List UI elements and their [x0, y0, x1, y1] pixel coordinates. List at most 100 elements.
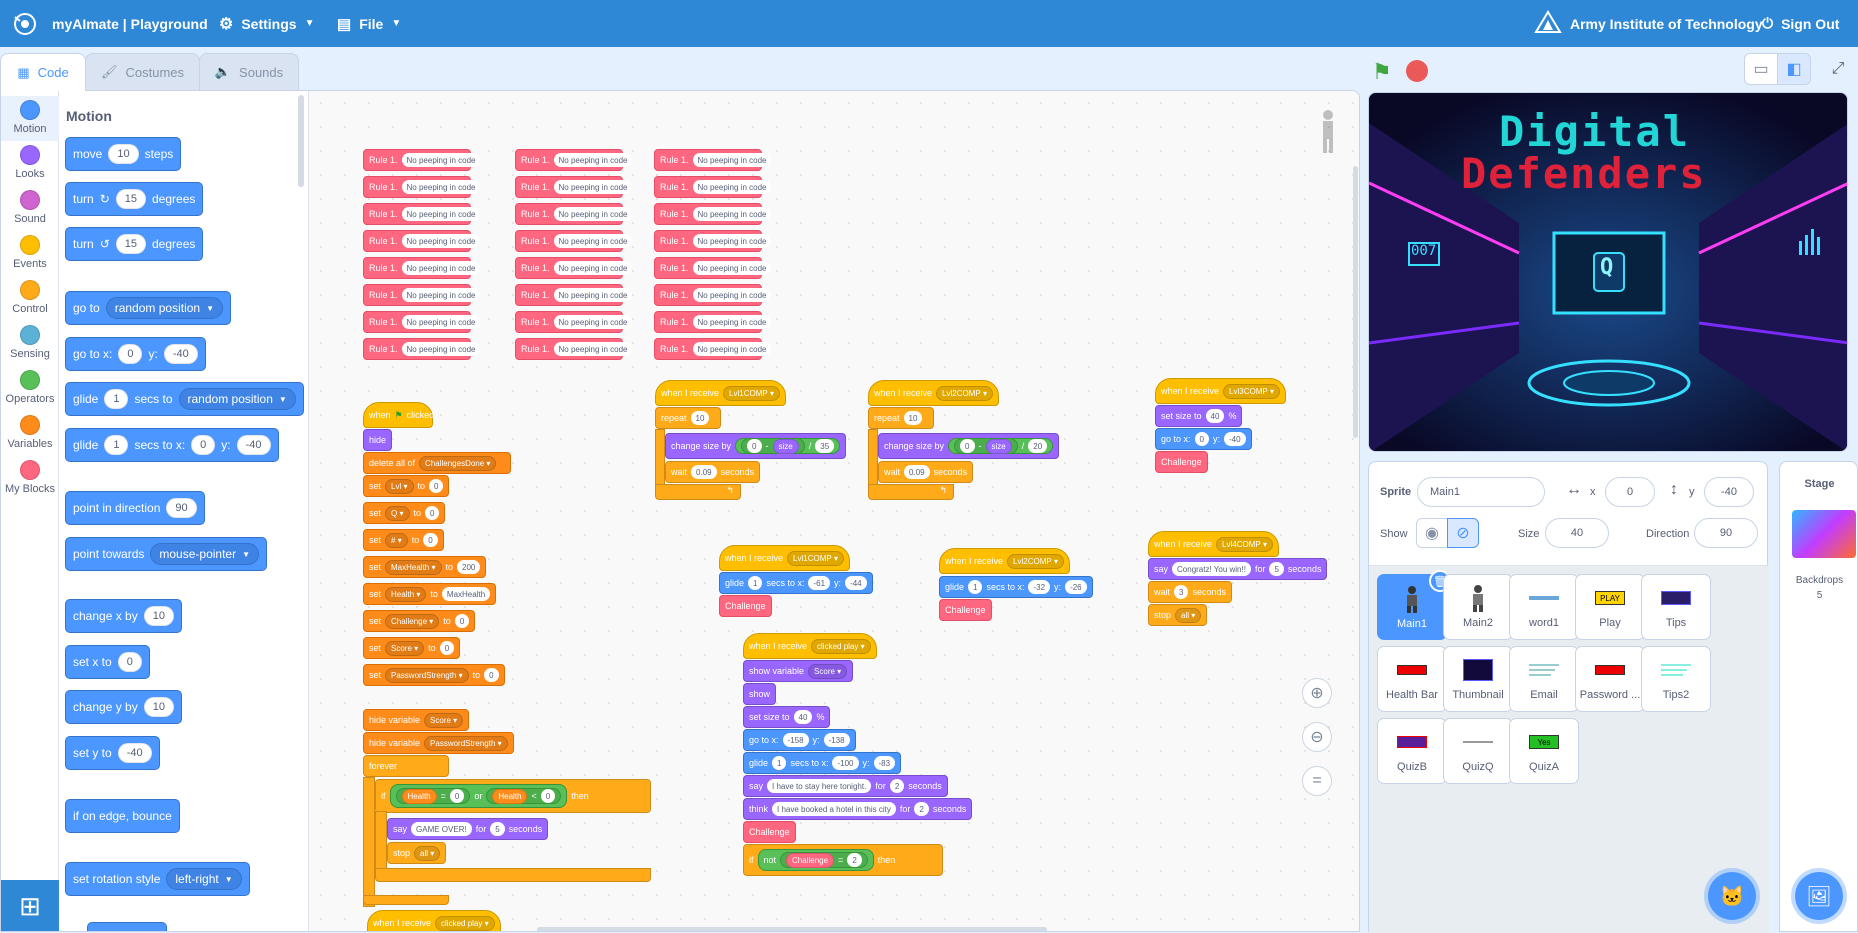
sprite-tile[interactable]: QuizB — [1377, 718, 1447, 784]
block-input[interactable]: No peeping in code — [553, 207, 633, 221]
block-set-size[interactable]: set size to 40% — [1155, 405, 1243, 427]
operator-less-than[interactable]: Health <0 — [486, 788, 562, 804]
sprite-tile[interactable]: Yes QuizA — [1509, 718, 1579, 784]
sprite-tile[interactable]: Email — [1509, 646, 1579, 712]
block-input[interactable]: 40 — [793, 710, 813, 724]
block-turn-left[interactable]: turn ↺ 15 degrees — [65, 227, 204, 261]
block-input[interactable]: No peeping in code — [692, 207, 772, 221]
block-input[interactable]: 10 — [108, 144, 139, 164]
direction-field[interactable]: 90 — [1694, 518, 1758, 548]
block-rule[interactable]: Rule 1. No peeping in code — [515, 284, 633, 306]
block-dropdown[interactable]: Lvl1COMP ▾ — [723, 385, 780, 401]
category-looks[interactable]: Looks — [1, 141, 59, 186]
block-dropdown[interactable]: random position ▼ — [105, 297, 224, 319]
block-input[interactable]: 5 — [490, 822, 505, 836]
block-input[interactable]: 0 — [540, 789, 556, 803]
block-input[interactable]: 5 — [1269, 562, 1284, 576]
block-input[interactable]: I have to stay here tonight. — [767, 779, 872, 793]
block-go-to-xy[interactable]: go to x: 0 y: -40 — [65, 337, 206, 371]
block-rule[interactable]: Rule 1. No peeping in code — [654, 203, 772, 225]
block-input[interactable]: -158 — [782, 733, 809, 747]
tab-costumes[interactable]: 🖌 Costumes — [85, 53, 200, 90]
block-dropdown[interactable]: all ▾ — [1175, 607, 1202, 623]
block-rule[interactable]: Rule 1. No peeping in code — [654, 338, 772, 360]
block-challenge[interactable]: Challenge — [743, 821, 796, 843]
block-input[interactable]: 0 — [484, 668, 499, 682]
block-rule[interactable]: Rule 1. No peeping in code — [363, 176, 481, 198]
operator-equals[interactable]: Health = 0 — [395, 788, 471, 804]
block-when-receive-clicked-play[interactable]: when I receive clicked play ▾ — [367, 910, 501, 931]
block-rule[interactable]: Rule 1. No peeping in code — [654, 149, 772, 171]
block-rotation-style[interactable]: set rotation style left-right ▼ — [65, 862, 250, 896]
sprite-tile[interactable]: Tips — [1641, 574, 1711, 640]
block-dropdown[interactable]: Score ▾ — [424, 712, 464, 728]
block-challenge[interactable]: Challenge — [939, 599, 992, 621]
block-input[interactable]: 2 — [847, 853, 862, 867]
block-rule[interactable]: Rule 1. No peeping in code — [363, 149, 481, 171]
block-input[interactable]: No peeping in code — [692, 288, 772, 302]
category-operators[interactable]: Operators — [1, 366, 59, 411]
block-rule[interactable]: Rule 1. No peeping in code — [515, 149, 633, 171]
block-input[interactable]: 0 — [429, 479, 444, 493]
block-glide-xy[interactable]: glide 1 secs to x: -100 y: -83 — [743, 752, 902, 774]
block-hide-variable-score[interactable]: hide variable Score ▾ — [363, 709, 470, 731]
block-input[interactable]: No peeping in code — [553, 315, 633, 329]
file-menu[interactable]: ▤ File ▼ — [337, 0, 401, 47]
block-change-x[interactable]: change x by 10 — [65, 599, 182, 633]
block-when-receive-lvl1-glide[interactable]: when I receive Lvl1COMP ▾ — [719, 545, 850, 571]
small-stage-button[interactable]: ▭ — [1744, 53, 1778, 85]
block-turn-right[interactable]: turn ↻ 15 degrees — [65, 182, 204, 216]
block-input[interactable]: -26 — [1065, 580, 1087, 594]
block-think-for[interactable]: think I have booked a hotel in this city f… — [743, 798, 973, 820]
tab-sounds[interactable]: 🔈 Sounds — [199, 53, 299, 90]
block-set-variable[interactable]: set Q ▾ to 0 — [363, 502, 446, 524]
block-set-y[interactable]: set y to -40 — [65, 736, 160, 770]
block-dropdown[interactable]: PasswordStrength ▾ — [424, 735, 508, 751]
block-input[interactable]: MaxHealth — [441, 587, 491, 601]
block-dropdown[interactable]: Lvl ▾ — [385, 478, 414, 494]
block-say-for[interactable]: say I have to stay here tonight. for 2 secon… — [743, 775, 948, 797]
block-input[interactable]: 20 — [1028, 439, 1048, 453]
block-input[interactable]: 90 — [166, 498, 197, 518]
block-rule[interactable]: Rule 1. No peeping in code — [515, 338, 633, 360]
block-input[interactable]: 10 — [143, 606, 174, 626]
block-rule[interactable]: Rule 1. No peeping in code — [654, 176, 772, 198]
block-input[interactable]: No peeping in code — [553, 288, 633, 302]
block-set-variable[interactable]: set Lvl ▾ to 0 — [363, 475, 450, 497]
block-input[interactable]: -40 — [163, 344, 198, 364]
block-dropdown[interactable]: Score ▾ — [385, 640, 425, 656]
block-dropdown[interactable]: random position ▼ — [178, 388, 296, 410]
sprite-tile[interactable]: Tips2 — [1641, 646, 1711, 712]
sprite-tile[interactable]: Thumbnail — [1443, 646, 1513, 712]
block-dropdown[interactable]: mouse-pointer ▼ — [150, 543, 260, 565]
block-hide-variable-password[interactable]: hide variable PasswordStrength ▾ — [363, 732, 514, 754]
block-input[interactable]: 0 — [425, 506, 440, 520]
block-partial[interactable] — [87, 922, 167, 931]
block-input[interactable]: 2 — [889, 779, 905, 793]
block-input[interactable]: 0.09 — [904, 465, 930, 479]
category-variables[interactable]: Variables — [1, 411, 59, 456]
block-dropdown[interactable]: left-right ▼ — [166, 868, 242, 890]
block-bounce[interactable]: if on edge, bounce — [65, 799, 180, 833]
block-dropdown[interactable]: MaxHealth ▾ — [385, 559, 442, 575]
operator-equals[interactable]: Challenge = 2 — [780, 852, 868, 868]
block-dropdown[interactable]: Lvl2COMP ▾ — [936, 385, 993, 401]
block-glide-xy[interactable]: glide 1 secs to x: -32 y: -26 — [939, 576, 1093, 598]
block-show[interactable]: show — [743, 683, 777, 705]
block-input[interactable]: No peeping in code — [692, 234, 772, 248]
block-set-variable[interactable]: set # ▾ to 0 — [363, 529, 444, 551]
block-input[interactable]: 1 — [772, 756, 787, 770]
block-when-receive-lvl2[interactable]: when I receive Lvl2COMP ▾ — [868, 380, 999, 406]
block-input[interactable]: No peeping in code — [401, 207, 481, 221]
block-set-variable[interactable]: set PasswordStrength ▾ to 0 — [363, 664, 505, 686]
block-input[interactable]: No peeping in code — [553, 180, 633, 194]
block-rule[interactable]: Rule 1. No peeping in code — [654, 230, 772, 252]
sprite-tile[interactable]: Health Bar — [1377, 646, 1447, 712]
block-input[interactable]: -40 — [236, 435, 271, 455]
script-area[interactable]: Rule 1. No peeping in code Rule 1. No peepi… — [309, 91, 1359, 931]
sprite-tile[interactable]: Password ... — [1575, 646, 1645, 712]
block-input[interactable]: No peeping in code — [401, 180, 481, 194]
script-hscrollbar[interactable] — [537, 927, 1047, 931]
operator-not[interactable]: not Challenge = 2 — [757, 849, 874, 871]
size-field[interactable]: 40 — [1545, 518, 1609, 548]
